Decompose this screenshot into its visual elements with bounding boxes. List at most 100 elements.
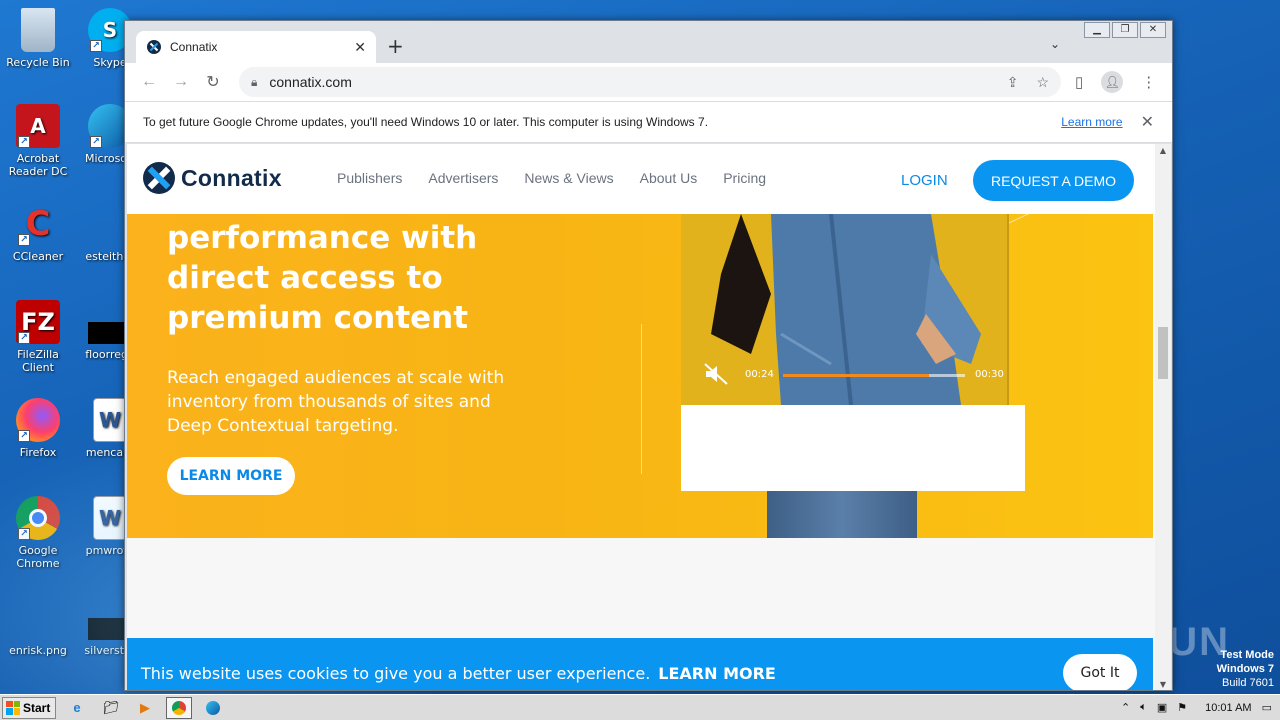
url-text: connatix.com [269,74,352,90]
test-mode-notice: Test Mode Windows 7 Build 7601 [1217,648,1274,690]
window-controls: ▁ ❐ ✕ [1084,22,1166,38]
cookie-learn-more-link[interactable]: LEARN MORE [658,664,776,683]
start-label: Start [23,700,51,715]
connatix-logo-icon [143,162,175,194]
firefox-icon: ↗ [16,398,60,442]
reload-button[interactable]: ↻ [201,72,225,92]
cookie-banner: This website uses cookies to give you a … [127,638,1153,690]
nav-pricing[interactable]: Pricing [723,170,766,186]
maximize-button[interactable]: ❐ [1112,22,1138,38]
acrobat-icon: A ↗ [16,104,60,148]
volume-icon[interactable]: 🔈︎ [1140,701,1147,714]
edge-taskbar-icon[interactable] [200,697,226,719]
minimize-button[interactable]: ▁ [1084,22,1110,38]
video-current-time: 00:24 [745,369,774,380]
back-button[interactable]: ← [137,73,161,91]
nav-advertisers[interactable]: Advertisers [428,170,498,186]
video-progress-bar[interactable] [783,374,965,377]
desktop-icon-label: FileZilla Client [17,348,59,374]
video-duration: 00:30 [975,369,1004,380]
desktop-icon-label: Firefox [19,446,57,459]
tray-chevron-icon[interactable]: ⌃ [1121,701,1130,714]
cookie-text: This website uses cookies to give you a … [141,663,651,683]
browser-toolbar: ← → ↻ 🔒︎ connatix.com ⇪ ☆ ▯ 👤︎ ⋮ [125,63,1172,101]
desktop-icon-label: Recycle Bin [6,56,70,69]
side-panel-icon[interactable]: ▯ [1075,73,1083,91]
decorative-line [641,324,642,474]
network-icon[interactable]: ▣ [1157,701,1167,714]
ccleaner-icon: C ↗ [16,202,60,246]
mute-icon[interactable] [703,362,729,386]
redacted-icon [88,618,124,640]
desktop-icon-label: Google Chrome [16,544,60,570]
nav-about-us[interactable]: About Us [640,170,698,186]
connatix-favicon-icon [146,39,162,55]
chrome-icon: ↗ [16,496,60,540]
close-window-button[interactable]: ✕ [1140,22,1166,38]
hero-section: performance with direct access to premiu… [127,214,1153,538]
video-progress-fill [783,374,929,377]
image-file-icon [16,620,60,640]
toolbar-right: ▯ 👤︎ ⋮ [1075,71,1156,93]
desktop-icon-enrisk[interactable]: enrisk.png [0,620,76,657]
windows-flag-icon [6,700,20,715]
desktop-icon-firefox[interactable]: ↗ Firefox [0,398,76,459]
desktop-icon-label: CCleaner [12,250,64,263]
desktop-icon-google-chrome[interactable]: ↗ Google Chrome [0,496,76,570]
profile-avatar-icon[interactable]: 👤︎ [1101,71,1124,93]
close-tab-icon[interactable]: ✕ [354,39,366,56]
lock-icon: 🔒︎ [251,74,258,89]
address-bar[interactable]: 🔒︎ connatix.com ⇪ ☆ [239,67,1061,97]
file-explorer-icon[interactable]: 📁︎ [98,697,124,719]
chrome-taskbar-icon[interactable] [166,696,192,719]
bookmark-star-icon[interactable]: ☆ [1036,74,1049,91]
hero-image-jeans [767,491,917,538]
clock[interactable]: 10:01 AM [1205,702,1251,714]
desktop-icon-filezilla[interactable]: FZ ↗ FileZilla Client [0,300,76,374]
login-link[interactable]: LOGIN [901,172,948,189]
forward-button[interactable]: → [169,73,193,91]
page-scrollbar[interactable]: ▲ ▼ [1155,144,1171,690]
request-demo-button[interactable]: REQUEST A DEMO [973,160,1134,201]
hero-subtitle: Reach engaged audiences at scale with in… [167,368,505,436]
tab-connatix[interactable]: Connatix ✕ [136,31,376,63]
nav-publishers[interactable]: Publishers [337,170,402,186]
logo-text: Connatix [181,164,282,191]
hero-title: performance with direct access to premiu… [167,220,478,336]
desktop-icon-label: Acrobat Reader DC [8,152,68,178]
infobar-close-icon[interactable]: ✕ [1141,112,1154,132]
page-viewport: Connatix Publishers Advertisers News & V… [127,144,1155,690]
scroll-up-arrow-icon[interactable]: ▲ [1155,146,1171,155]
site-header: Connatix Publishers Advertisers News & V… [127,144,1155,214]
media-player-icon[interactable]: ▶ [132,697,158,719]
filezilla-icon: FZ ↗ [16,300,60,344]
connatix-logo[interactable]: Connatix [143,162,282,194]
menu-kebab-icon[interactable]: ⋮ [1141,73,1156,91]
infobar-text: To get future Google Chrome updates, you… [143,115,709,129]
update-infobar: To get future Google Chrome updates, you… [125,101,1172,143]
scroll-down-arrow-icon[interactable]: ▼ [1155,680,1171,689]
hero-learn-more-button[interactable]: LEARN MORE [167,457,295,495]
share-icon[interactable]: ⇪ [1007,74,1019,91]
action-center-flag-icon[interactable]: ⚑ [1177,701,1187,714]
internet-explorer-icon[interactable]: e [64,697,90,719]
nav-news-views[interactable]: News & Views [524,170,613,186]
recycle-bin-icon [21,8,55,52]
tab-title: Connatix [170,40,218,54]
word-document-icon: W [93,398,127,442]
start-button[interactable]: Start [2,696,56,719]
test-mode-line: Windows 7 [1216,663,1274,675]
desktop-icon-label: Skype [93,56,127,69]
video-player[interactable]: 00:24 00:30 [681,214,1009,405]
scrollbar-thumb[interactable] [1158,327,1168,379]
infobar-learn-more-link[interactable]: Learn more [1061,115,1122,129]
tab-search-chevron-icon[interactable]: ⌄ [1050,37,1060,51]
desktop-icon-recycle-bin[interactable]: Recycle Bin [0,8,76,69]
taskbar: Start e 📁︎ ▶ ⌃ 🔈︎ ▣ ⚑ 10:01 AM ▭ [0,694,1280,720]
desktop-icon-ccleaner[interactable]: C ↗ CCleaner [0,202,76,264]
cookie-got-it-button[interactable]: Got It [1063,654,1137,690]
show-desktop-icon[interactable]: ▭ [1262,701,1272,714]
site-nav: Publishers Advertisers News & Views Abou… [337,170,766,186]
desktop-icon-acrobat[interactable]: A ↗ Acrobat Reader DC [0,104,76,178]
new-tab-button[interactable]: + [387,34,404,58]
